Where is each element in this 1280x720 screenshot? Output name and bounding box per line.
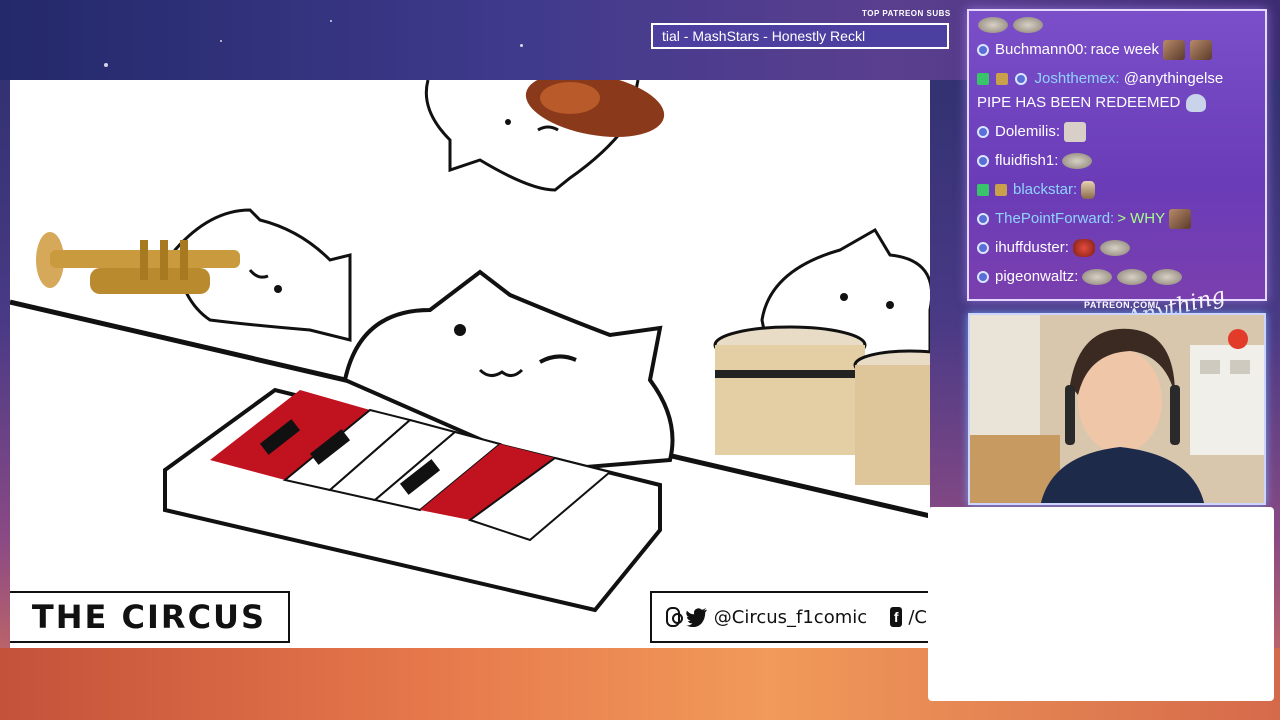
top-patreon-subs-label: TOP PATREON SUBS [862,9,951,18]
chat-message: Dolemilis: [977,120,1257,144]
chat-message: fluidfish1: [977,149,1257,173]
chat-username[interactable]: ThePointForward: [995,207,1114,231]
emote-icon [1064,122,1087,142]
sub-badge-icon [977,271,989,283]
star-decoration [330,20,332,22]
sub-badge-icon [977,213,989,225]
chat-username[interactable]: Buchmann00: [995,38,1088,62]
rock-emote [1152,269,1183,285]
emote-icon [1189,40,1212,60]
violin-body [540,82,600,114]
streamer-webcam-image [970,315,1264,503]
rock-emote [1099,240,1130,256]
chat-username[interactable]: Dolemilis: [995,120,1060,144]
bongo-cat-illustration [10,80,930,613]
star-decoration [520,44,523,47]
rock-emote [1082,269,1113,285]
rock-emote [1117,269,1148,285]
chat-message: ihuffduster: [977,236,1257,260]
facebook-icon: f [890,607,903,627]
chat-username[interactable]: ihuffduster: [995,236,1069,260]
chat-message [977,17,1257,33]
sub-badge-icon [977,242,989,254]
rock-emote [978,17,1008,33]
ghost-emote [1185,94,1206,113]
gift-badge-icon [995,184,1007,196]
rock-emote [1013,17,1043,33]
gift-badge-icon [996,73,1009,86]
chat-message: blackstar: [977,178,1257,202]
sub-badge-icon [977,126,989,138]
chat-panel[interactable]: Buchmann00: race week Joshthemex: @anyth… [967,9,1267,301]
video-player[interactable]: THE CIRCUS @Circus_f1comic f /Ci [10,80,930,648]
twitter-icon [685,606,708,628]
chat-username[interactable]: blackstar: [1013,178,1077,202]
chat-username[interactable]: pigeonwaltz: [995,265,1078,289]
emote-icon [1162,40,1185,60]
emote-icon [1072,239,1095,257]
sub-badge-icon [1015,73,1028,86]
chat-message: ThePointForward: > WHY [977,207,1257,231]
sub-badge-icon [977,44,989,56]
star-decoration [220,40,222,42]
star-decoration [104,63,108,67]
instagram-icon [666,607,683,627]
emote-icon [1081,181,1096,199]
the-circus-logo: THE CIRCUS [10,591,290,643]
social-handle: @Circus_f1comic [713,606,868,628]
kick-badge-icon [977,73,989,86]
webcam-feed [968,313,1266,505]
chat-text: > WHY [1117,210,1166,227]
chat-text: race week [1090,41,1159,58]
chat-username[interactable]: fluidfish1: [995,149,1058,173]
chat-username[interactable]: Joshthemex: [1035,70,1120,87]
chat-message: Joshthemex: @anythingelse PIPE HAS BEEN … [977,67,1257,115]
patreon-subs-ticker: tial - MashStars - Honestly Reckl [651,23,949,49]
social-handle-truncated: /Ci [908,606,930,628]
emote-icon [1169,209,1192,229]
social-links-bar: @Circus_f1comic f /Ci [650,591,930,643]
empty-overlay-panel [928,507,1274,701]
kick-badge-icon [977,184,989,196]
sub-badge-icon [977,155,989,167]
chat-message: Buchmann00: race week [977,38,1257,62]
patreon-subs-ticker-text: tial - MashStars - Honestly Reckl [662,28,866,44]
rock-emote [1062,153,1093,169]
